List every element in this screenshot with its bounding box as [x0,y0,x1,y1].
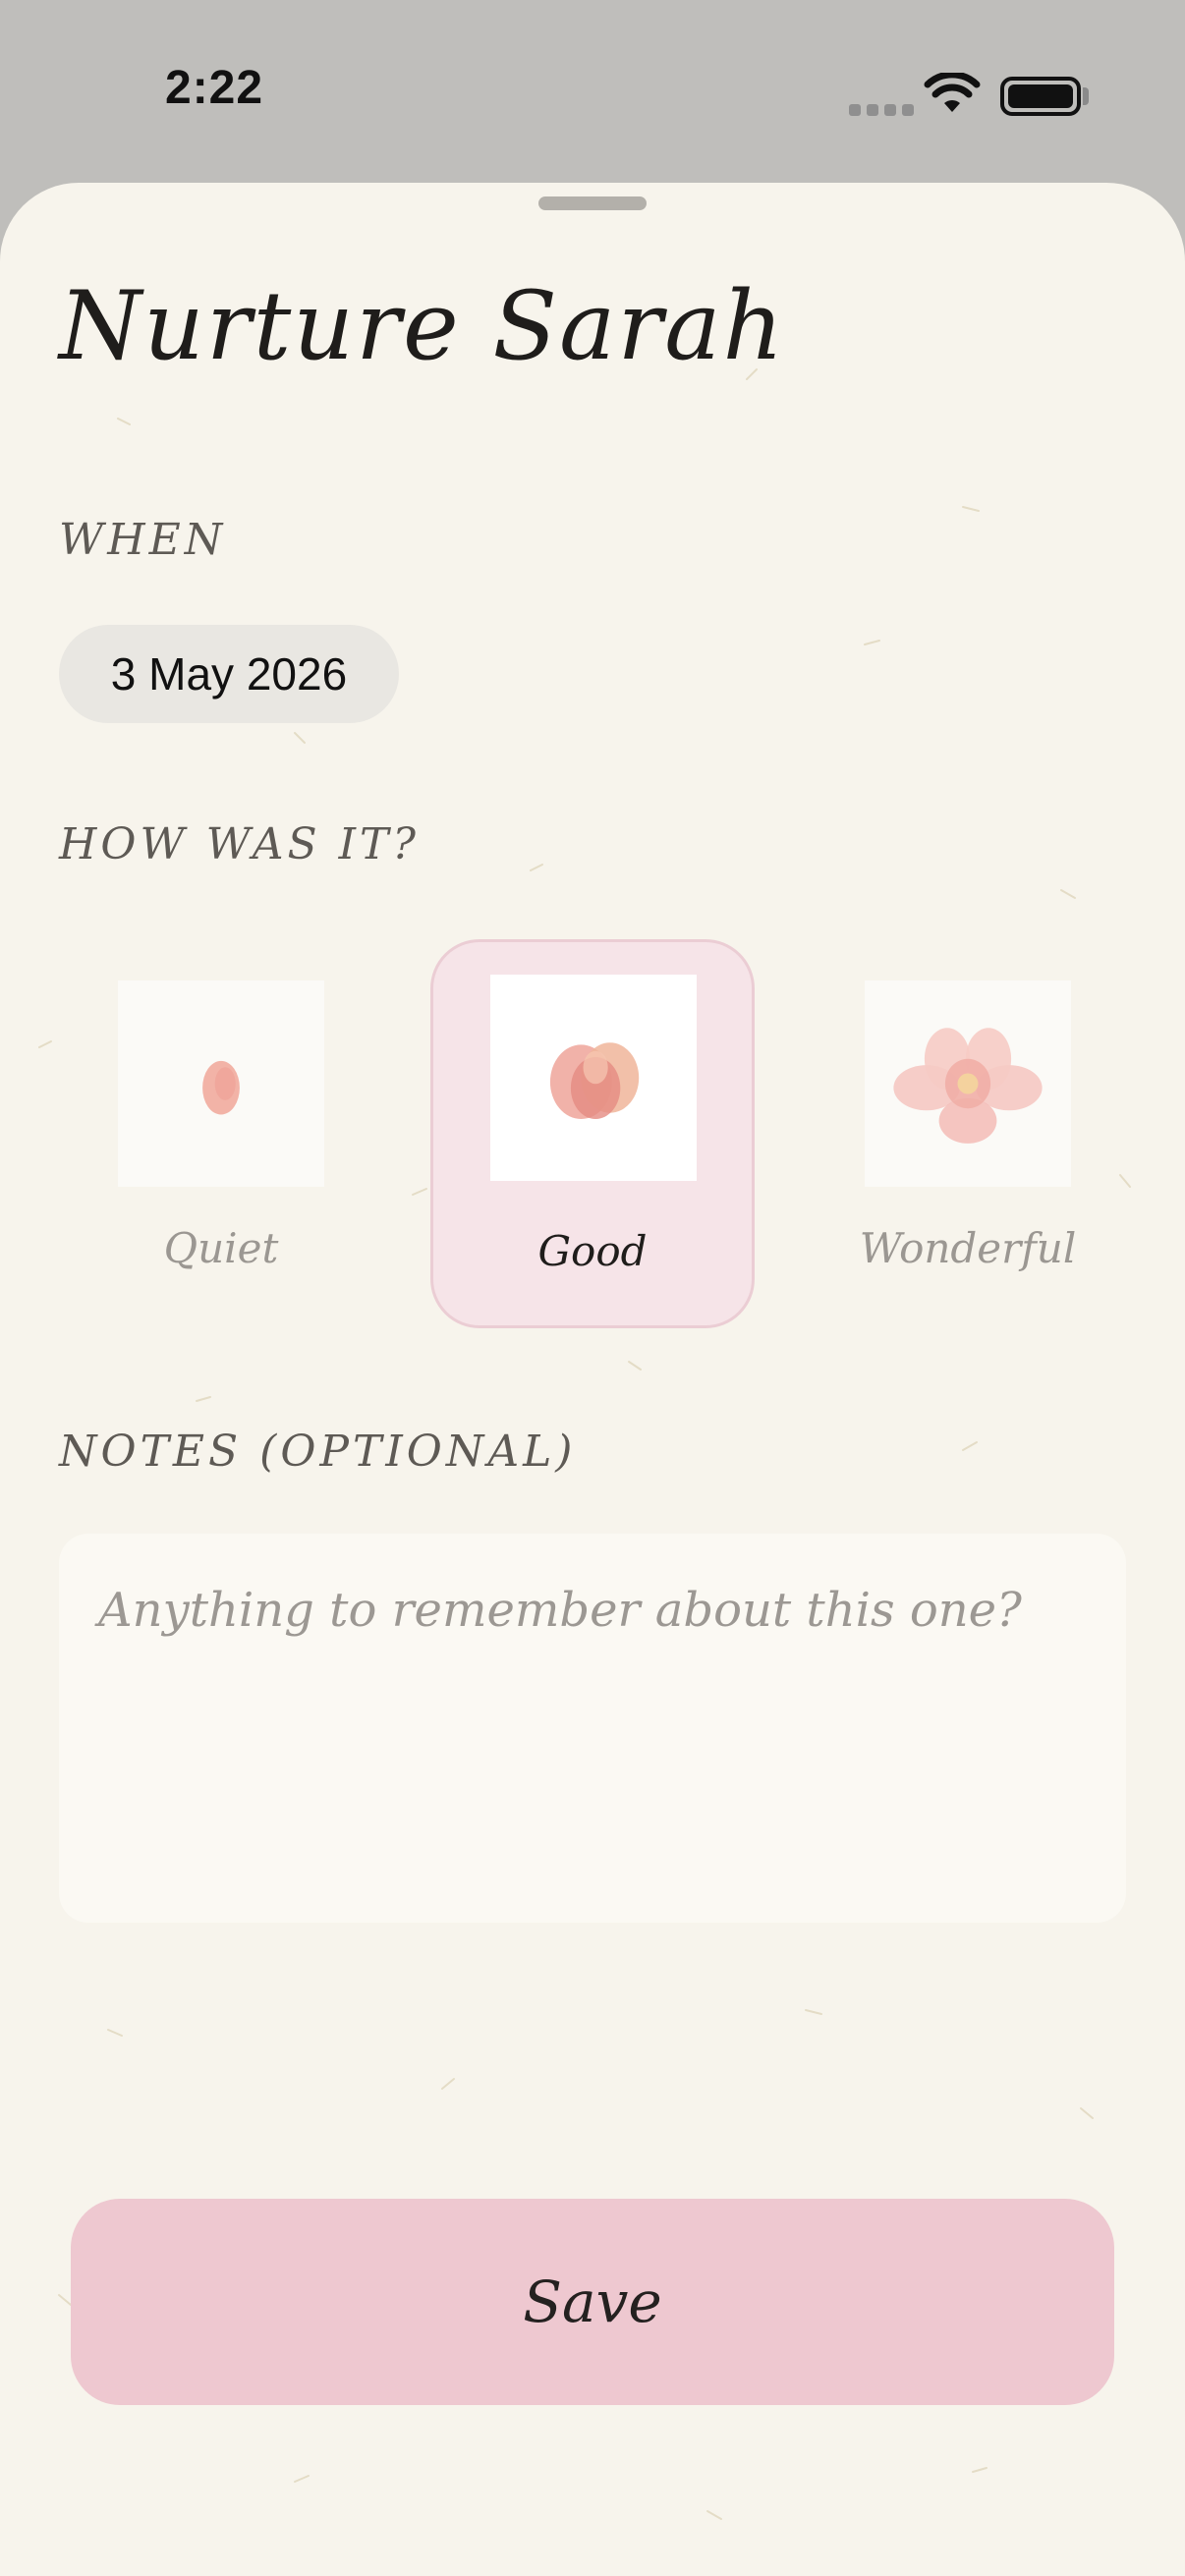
petal-icon [118,980,324,1187]
battery-tip [1083,87,1089,105]
mood-label-good: Good [537,1227,648,1275]
mood-label-wonderful: Wonderful [859,1224,1077,1272]
notes-field[interactable] [59,1534,1126,1923]
date-picker-button[interactable]: 3 May 2026 [59,625,399,723]
when-label: WHEN [59,515,227,565]
sheet-grabber[interactable] [538,196,647,210]
rating-label: HOW WAS IT? [59,819,420,869]
sheet-title: Nurture Sarah [59,271,786,381]
mood-option-good[interactable]: Good [430,939,755,1328]
screen: 2:22 Nurture Sarah WHEN 3 May 2026 HOW W… [0,0,1185,2576]
status-time: 2:22 [165,62,264,114]
mood-label-quiet: Quiet [163,1224,279,1272]
cellular-icon [849,104,914,116]
battery-icon [1000,77,1081,116]
bloom-icon [865,980,1071,1187]
bud-icon [490,975,697,1181]
nurture-sheet: Nurture Sarah WHEN 3 May 2026 HOW WAS IT… [0,183,1185,2576]
status-bar: 2:22 [0,0,1185,187]
wifi-icon [924,73,981,112]
mood-option-wonderful[interactable]: Wonderful [806,939,1130,1328]
notes-label: NOTES (OPTIONAL) [59,1427,577,1477]
mood-option-quiet[interactable]: Quiet [59,939,383,1328]
save-button[interactable]: Save [71,2199,1114,2405]
